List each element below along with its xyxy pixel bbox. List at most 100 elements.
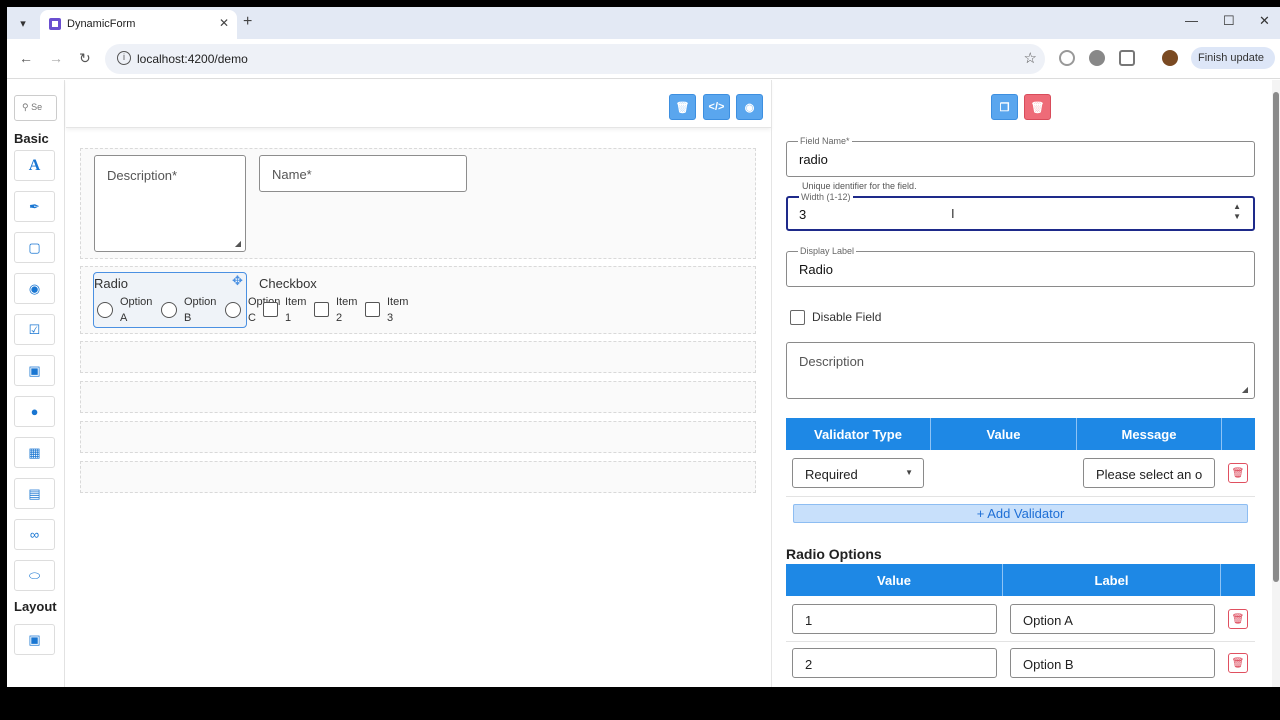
toggle-tool[interactable]: ⬭: [14, 560, 55, 591]
avatar[interactable]: [1162, 50, 1178, 66]
row-divider: [786, 641, 1255, 642]
palette-search-input[interactable]: ⚲ Se: [14, 95, 57, 121]
option-label-input[interactable]: Option A: [1010, 604, 1215, 634]
puzzle-icon[interactable]: [1119, 50, 1135, 66]
extension-icon[interactable]: [1089, 50, 1105, 66]
back-icon[interactable]: ←: [19, 50, 33, 66]
textarea-tool[interactable]: ▢: [14, 232, 55, 263]
width-input[interactable]: Width (1-12) 3 ▲ ▼ I: [786, 192, 1255, 231]
note-icon: ▢: [28, 239, 41, 255]
delete-field-button[interactable]: 🗑: [1024, 94, 1051, 120]
finish-update-button[interactable]: Finish update: [1191, 47, 1275, 69]
scrollbar-thumb[interactable]: [1273, 92, 1279, 582]
tab-close-icon[interactable]: ✕: [219, 16, 229, 30]
move-icon[interactable]: ✥: [232, 273, 243, 289]
disable-field-label: Disable Field: [812, 310, 882, 324]
text-font-icon: A: [28, 156, 41, 174]
checkbox-item-1[interactable]: [263, 302, 278, 317]
clear-canvas-button[interactable]: 🗑: [669, 94, 696, 120]
resize-handle-icon[interactable]: ◢: [235, 239, 241, 248]
forward-icon[interactable]: →: [49, 50, 63, 66]
layout-tool[interactable]: ▣: [14, 624, 55, 655]
spinner-arrows-icon[interactable]: ▲ ▼: [1233, 202, 1241, 222]
code-icon: </>: [708, 101, 725, 113]
calendar-icon: ▦: [28, 444, 41, 460]
display-label-value: Radio: [799, 262, 833, 277]
bookmark-star-icon[interactable]: ☆: [1024, 49, 1037, 67]
display-label-input[interactable]: Display Label Radio: [786, 246, 1255, 287]
radio-tool[interactable]: ◉: [14, 273, 55, 304]
radio-option-c[interactable]: [225, 302, 241, 318]
row-divider: [786, 496, 1255, 497]
validator-type-select[interactable]: Required ▼: [792, 458, 924, 488]
resize-handle-icon[interactable]: ◢: [1242, 385, 1248, 394]
form-row-6[interactable]: [80, 461, 756, 493]
datetime-tool[interactable]: ▤: [14, 478, 55, 509]
option-label-input[interactable]: Option B: [1010, 648, 1215, 678]
validator-actions-header: [1222, 418, 1255, 450]
tab-strip: ▾ DynamicForm ✕ + — ☐ ✕: [7, 7, 1280, 39]
app-root: ⚲ Se Basic A ✒ ▢ ◉ ☑ ▣ ● ▦ ▤ ∞ ⬭ Layout …: [7, 80, 1280, 687]
eye-icon: ◉: [744, 101, 755, 114]
delete-option-button[interactable]: 🗑: [1228, 653, 1248, 673]
trash-icon: 🗑: [1231, 657, 1245, 669]
maximize-icon[interactable]: ☐: [1223, 13, 1235, 29]
new-tab-plus-icon[interactable]: +: [243, 13, 252, 31]
checkbox-item-2-label: Item 2: [336, 296, 358, 324]
disable-field-checkbox[interactable]: [790, 310, 805, 325]
checkbox-item-3-label: Item 3: [387, 296, 409, 324]
checkbox-item-3[interactable]: [365, 302, 380, 317]
form-row-5[interactable]: [80, 421, 756, 453]
layout-section-title: Layout: [14, 599, 57, 614]
validator-message-input[interactable]: Please select an o: [1083, 458, 1215, 488]
shield-extension-icon[interactable]: [1059, 50, 1075, 66]
browser-tab[interactable]: DynamicForm ✕: [40, 10, 237, 39]
add-validator-button[interactable]: + Add Validator: [793, 504, 1248, 523]
form-row-4[interactable]: [80, 381, 756, 413]
minimize-icon[interactable]: —: [1185, 13, 1198, 28]
description-textarea[interactable]: Description* ◢: [94, 155, 246, 252]
display-label-label: Display Label: [798, 246, 857, 256]
calendar-check-icon: ▤: [28, 485, 41, 501]
toggle-icon: ⬭: [28, 567, 41, 583]
field-name-input[interactable]: Field Name* radio: [786, 136, 1255, 177]
checkbox-tool[interactable]: ☑: [14, 314, 55, 345]
radio-icon: ◉: [28, 280, 41, 296]
delete-option-button[interactable]: 🗑: [1228, 609, 1248, 629]
site-info-icon[interactable]: i: [117, 51, 131, 65]
radio-option-b-label: Option B: [184, 296, 217, 324]
option-label-header: Label: [1003, 564, 1221, 596]
form-row-3[interactable]: [80, 341, 756, 373]
chevron-down-icon: ▼: [905, 468, 913, 477]
option-value-input[interactable]: 2: [792, 648, 997, 678]
delete-validator-button[interactable]: 🗑: [1228, 463, 1248, 483]
radio-option-a[interactable]: [97, 302, 113, 318]
pen-icon: ✒: [29, 198, 40, 214]
close-window-icon[interactable]: ✕: [1259, 13, 1270, 29]
validator-message-header: Message: [1077, 418, 1222, 450]
name-input[interactable]: Name*: [259, 155, 467, 192]
text-field-tool[interactable]: A: [14, 150, 55, 181]
date-tool[interactable]: ▦: [14, 437, 55, 468]
tab-title: DynamicForm: [67, 18, 136, 30]
address-bar[interactable]: i localhost:4200/demo ☆: [105, 44, 1045, 74]
option-value-input[interactable]: 1: [792, 604, 997, 634]
width-label: Width (1-12): [799, 192, 853, 202]
link-tool[interactable]: ∞: [14, 519, 55, 550]
select-tool[interactable]: ▣: [14, 355, 55, 386]
url-text: localhost:4200/demo: [137, 52, 248, 66]
radio-option-b[interactable]: [161, 302, 177, 318]
pen-tool[interactable]: ✒: [14, 191, 55, 222]
browser-window: ▾ DynamicForm ✕ + — ☐ ✕ ← → ↻ i localhos…: [7, 7, 1280, 687]
description-field[interactable]: Description ◢: [786, 342, 1255, 399]
preview-button[interactable]: ◉: [736, 94, 763, 120]
browser-toolbar: ← → ↻ i localhost:4200/demo ☆ Finish upd…: [7, 39, 1280, 79]
checkbox-item-2[interactable]: [314, 302, 329, 317]
radio-option-a-label: Option A: [120, 296, 153, 324]
time-tool[interactable]: ●: [14, 396, 55, 427]
panel-scrollbar[interactable]: [1272, 80, 1280, 687]
duplicate-field-button[interactable]: ❐: [991, 94, 1018, 120]
view-code-button[interactable]: </>: [703, 94, 730, 120]
tab-search-chevron-icon[interactable]: ▾: [13, 13, 33, 33]
reload-icon[interactable]: ↻: [79, 50, 91, 67]
